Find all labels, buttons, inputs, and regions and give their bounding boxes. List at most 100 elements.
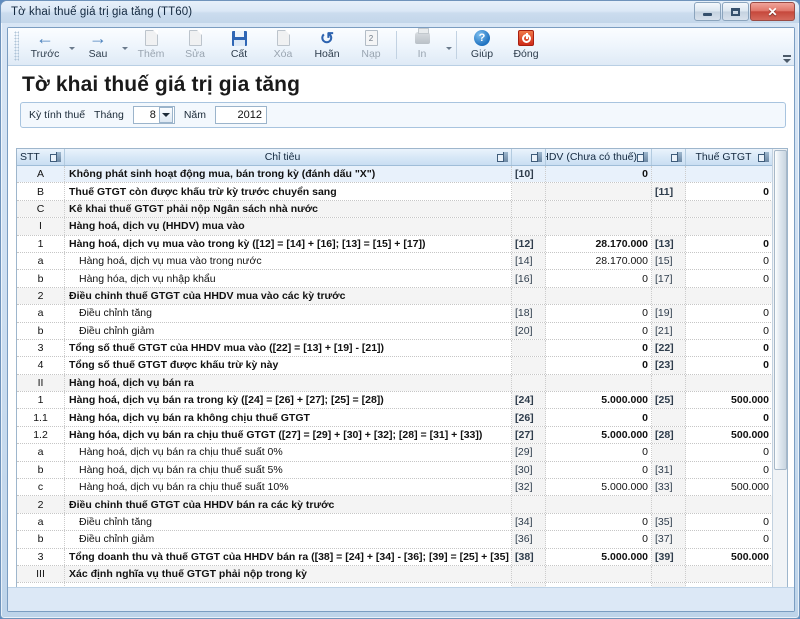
- toolbar-split-sau[interactable]: [120, 28, 129, 64]
- cell-code-left[interactable]: [32]: [512, 479, 546, 495]
- cell-tax[interactable]: 0: [686, 462, 773, 478]
- cell-code-left[interactable]: [512, 218, 546, 234]
- cell-chitieu[interactable]: Không phát sinh hoạt động mua, bán trong…: [65, 166, 512, 182]
- cell-tax[interactable]: [686, 566, 773, 582]
- cell-code-right[interactable]: [652, 375, 686, 391]
- cell-code-right[interactable]: [35]: [652, 514, 686, 530]
- cell-stt[interactable]: 4: [17, 357, 65, 373]
- cell-tax[interactable]: 0: [686, 183, 773, 199]
- cell-chitieu[interactable]: Xác định nghĩa vụ thuế GTGT phải nộp tro…: [65, 566, 512, 582]
- cell-stt[interactable]: 3: [17, 549, 65, 565]
- cell-code-left[interactable]: [26]: [512, 409, 546, 425]
- cell-stt[interactable]: 1: [17, 392, 65, 408]
- table-row[interactable]: IIHàng hoá, dịch vụ bán ra: [17, 375, 787, 392]
- cell-value[interactable]: 0: [546, 531, 652, 547]
- cell-chitieu[interactable]: Hàng hoá, dịch vụ (HHDV) mua vào: [65, 218, 512, 234]
- toolbar-button-nap[interactable]: 2 Nạp: [349, 28, 393, 64]
- cell-value[interactable]: 5.000.000: [546, 392, 652, 408]
- cell-tax[interactable]: 0: [686, 514, 773, 530]
- cell-stt[interactable]: a: [17, 444, 65, 460]
- cell-code-left[interactable]: [14]: [512, 253, 546, 269]
- toolbar-button-sua[interactable]: Sửa: [173, 28, 217, 64]
- cell-value[interactable]: 28.170.000: [546, 236, 652, 252]
- cell-stt[interactable]: II: [17, 375, 65, 391]
- cell-chitieu[interactable]: Hàng hoá, dịch vụ mua vào trong nước: [65, 253, 512, 269]
- table-row[interactable]: CKê khai thuế GTGT phải nộp Ngân sách nh…: [17, 201, 787, 218]
- table-row[interactable]: BThuế GTGT còn được khấu trừ kỳ trước ch…: [17, 183, 787, 200]
- cell-code-right[interactable]: [39]: [652, 549, 686, 565]
- cell-chitieu[interactable]: Hàng hóa, dịch vụ nhập khẩu: [65, 270, 512, 286]
- cell-code-left[interactable]: [18]: [512, 305, 546, 321]
- cell-value[interactable]: 0: [546, 514, 652, 530]
- cell-stt[interactable]: a: [17, 514, 65, 530]
- cell-tax[interactable]: [686, 288, 773, 304]
- cell-code-right[interactable]: [652, 201, 686, 217]
- cell-stt[interactable]: C: [17, 201, 65, 217]
- cell-tax[interactable]: [686, 218, 773, 234]
- cell-code-right[interactable]: [652, 496, 686, 512]
- minimize-button[interactable]: [694, 2, 721, 21]
- cell-value[interactable]: 0: [546, 357, 652, 373]
- column-header-value[interactable]: Giá trị HHDV (Chưa có thuế): [546, 149, 652, 165]
- cell-value[interactable]: 0: [546, 166, 652, 182]
- cell-code-left[interactable]: [512, 340, 546, 356]
- cell-code-left[interactable]: [512, 183, 546, 199]
- cell-stt[interactable]: c: [17, 479, 65, 495]
- cell-stt[interactable]: 2: [17, 496, 65, 512]
- cell-value[interactable]: 0: [546, 305, 652, 321]
- cell-code-left[interactable]: [512, 566, 546, 582]
- filter-icon[interactable]: [531, 152, 542, 162]
- cell-stt[interactable]: III: [17, 566, 65, 582]
- table-row[interactable]: 4Tổng số thuế GTGT được khấu trừ kỳ này0…: [17, 357, 787, 374]
- month-select[interactable]: 8: [133, 106, 175, 124]
- toolbar-button-truoc[interactable]: ← Trước: [23, 28, 67, 64]
- year-input[interactable]: 2012: [215, 106, 267, 124]
- cell-code-right[interactable]: [31]: [652, 462, 686, 478]
- cell-stt[interactable]: I: [17, 218, 65, 234]
- cell-chitieu[interactable]: Điều chỉnh tăng: [65, 514, 512, 530]
- cell-code-right[interactable]: [652, 218, 686, 234]
- cell-tax[interactable]: 0: [686, 444, 773, 460]
- cell-code-left[interactable]: [34]: [512, 514, 546, 530]
- cell-value[interactable]: [546, 566, 652, 582]
- cell-tax[interactable]: 500.000: [686, 427, 773, 443]
- cell-tax[interactable]: 0: [686, 531, 773, 547]
- cell-value[interactable]: [546, 496, 652, 512]
- cell-code-left[interactable]: [16]: [512, 270, 546, 286]
- toolbar-split-in[interactable]: [444, 28, 453, 64]
- cell-code-left[interactable]: [38]: [512, 549, 546, 565]
- cell-tax[interactable]: 500.000: [686, 479, 773, 495]
- cell-chitieu[interactable]: Hàng hoá, dịch vụ bán ra chịu thuế suất …: [65, 462, 512, 478]
- column-header-code1[interactable]: [512, 149, 546, 165]
- cell-stt[interactable]: b: [17, 462, 65, 478]
- cell-tax[interactable]: [686, 201, 773, 217]
- cell-stt[interactable]: 3: [17, 340, 65, 356]
- cell-code-left[interactable]: [20]: [512, 323, 546, 339]
- cell-stt[interactable]: a: [17, 305, 65, 321]
- cell-chitieu[interactable]: Hàng hoá, dịch vụ bán ra chịu thuế suất …: [65, 479, 512, 495]
- scrollbar-thumb[interactable]: [774, 150, 787, 470]
- cell-tax[interactable]: 0: [686, 323, 773, 339]
- cell-code-left[interactable]: [512, 357, 546, 373]
- table-row[interactable]: bĐiều chỉnh giảm[20]0[21]0: [17, 323, 787, 340]
- maximize-button[interactable]: [722, 2, 749, 21]
- cell-code-right[interactable]: [15]: [652, 253, 686, 269]
- table-row[interactable]: 1Hàng hoá, dịch vụ bán ra trong kỳ ([24]…: [17, 392, 787, 409]
- cell-code-right[interactable]: [22]: [652, 340, 686, 356]
- cell-value[interactable]: 5.000.000: [546, 549, 652, 565]
- cell-chitieu[interactable]: Kê khai thuế GTGT phải nộp Ngân sách nhà…: [65, 201, 512, 217]
- cell-code-right[interactable]: [33]: [652, 479, 686, 495]
- cell-code-right[interactable]: [652, 166, 686, 182]
- toolbar-split-truoc[interactable]: [67, 28, 76, 64]
- cell-stt[interactable]: 1: [17, 236, 65, 252]
- cell-tax[interactable]: [686, 166, 773, 182]
- cell-value[interactable]: [546, 201, 652, 217]
- filter-icon[interactable]: [637, 152, 648, 162]
- toolbar-button-dong[interactable]: Đóng: [504, 28, 548, 64]
- cell-chitieu[interactable]: Điều chỉnh giảm: [65, 323, 512, 339]
- cell-code-right[interactable]: [13]: [652, 236, 686, 252]
- filter-icon[interactable]: [497, 152, 508, 162]
- cell-value[interactable]: 0: [546, 462, 652, 478]
- cell-stt[interactable]: 1.2: [17, 427, 65, 443]
- cell-tax[interactable]: 0: [686, 340, 773, 356]
